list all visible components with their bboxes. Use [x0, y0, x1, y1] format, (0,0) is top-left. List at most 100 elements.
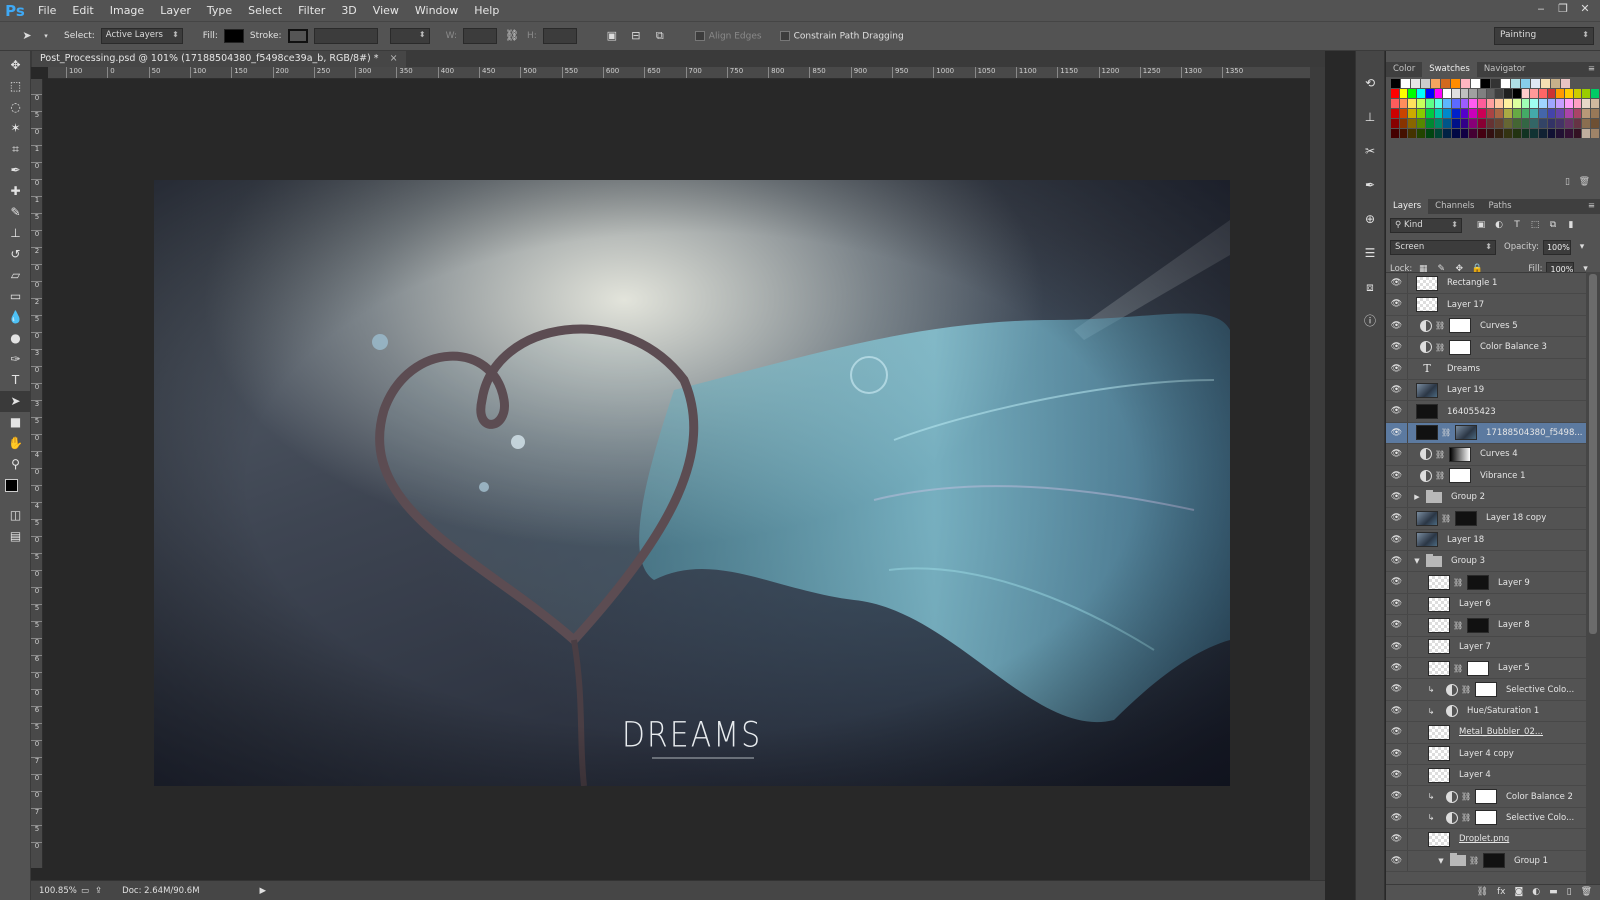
constrain-path-checkbox[interactable] [779, 30, 790, 41]
visibility-eye-icon[interactable]: 👁 [1386, 679, 1408, 700]
menu-3d[interactable]: 3D [333, 0, 364, 21]
move-tool-icon[interactable]: ✥ [0, 55, 31, 76]
swatch[interactable] [1582, 99, 1592, 108]
layer-row[interactable]: 👁 Rectangle 1 [1386, 273, 1586, 295]
swatch[interactable] [1425, 99, 1435, 108]
swatch[interactable] [1530, 109, 1539, 118]
visibility-eye-icon[interactable]: 👁 [1386, 572, 1408, 593]
stroke-type-dropdown[interactable] [389, 28, 430, 44]
swatch[interactable] [1547, 99, 1557, 108]
align-edges-option[interactable]: Align Edges [694, 30, 762, 41]
document-canvas[interactable]: DREAMS [154, 180, 1230, 786]
swatch[interactable] [1591, 129, 1600, 138]
screen-mode-icon[interactable]: ▤ [0, 526, 31, 547]
visibility-eye-icon[interactable]: 👁 [1386, 850, 1408, 871]
layer-mask-thumbnail[interactable] [1475, 682, 1497, 698]
swatch[interactable] [1504, 129, 1513, 138]
tool-presets-icon[interactable]: ✂ [1356, 139, 1384, 163]
swatch[interactable] [1408, 119, 1418, 128]
swatch[interactable] [1443, 99, 1452, 108]
eraser-tool-icon[interactable]: ▱ [0, 265, 31, 286]
layer-row[interactable]: 👁 ↳ ⛓ Selective Colo... [1386, 807, 1586, 830]
swatch[interactable] [1460, 129, 1470, 138]
menu-edit[interactable]: Edit [64, 0, 101, 21]
swatch[interactable] [1582, 109, 1592, 118]
swatch[interactable] [1561, 79, 1571, 88]
restore-button[interactable]: ❐ [1552, 0, 1574, 18]
group-expand-icon[interactable]: ▶ [1412, 493, 1422, 501]
swatch[interactable] [1530, 129, 1539, 138]
status-share-icon[interactable]: ⇪ [95, 886, 102, 896]
quick-mask-icon[interactable]: ◫ [0, 505, 31, 526]
swatch[interactable] [1417, 129, 1426, 138]
tab-navigator[interactable]: Navigator [1477, 62, 1533, 77]
visibility-eye-icon[interactable]: 👁 [1386, 700, 1408, 722]
swatch[interactable] [1408, 109, 1418, 118]
layers-scroll-thumb[interactable] [1589, 274, 1597, 634]
swatch[interactable] [1495, 99, 1505, 108]
visibility-eye-icon[interactable]: 👁 [1386, 486, 1408, 508]
swatch[interactable] [1478, 89, 1487, 98]
swatch[interactable] [1460, 99, 1470, 108]
blur-tool-icon[interactable]: 💧 [0, 307, 31, 328]
swatch[interactable] [1434, 129, 1444, 138]
workspace-dropdown[interactable]: Painting [1494, 27, 1594, 45]
swatch[interactable] [1582, 129, 1592, 138]
constrain-path-option[interactable]: Constrain Path Dragging [779, 30, 904, 41]
brush-presets-icon[interactable]: ✒ [1356, 173, 1384, 197]
swatch[interactable] [1478, 119, 1487, 128]
layer-row[interactable]: 👁 ⛓ Layer 8 [1386, 615, 1586, 637]
swatch[interactable] [1431, 79, 1441, 88]
mask-link-icon[interactable]: ⛓ [1441, 428, 1451, 437]
menu-image[interactable]: Image [102, 0, 152, 21]
healing-brush-tool-icon[interactable]: ✚ [0, 181, 31, 202]
layers-scrollbar[interactable] [1586, 272, 1600, 896]
foreground-color-swatch[interactable] [5, 479, 18, 492]
swatch[interactable] [1399, 129, 1409, 138]
group-expand-icon[interactable]: ▼ [1436, 857, 1446, 865]
visibility-eye-icon[interactable]: 👁 [1386, 722, 1408, 743]
visibility-eye-icon[interactable]: 👁 [1386, 315, 1408, 337]
layers-panel-menu-icon[interactable]: ≡ [1588, 199, 1600, 214]
layer-row[interactable]: 👁 ▼ ⛓ Group 1 [1386, 850, 1586, 872]
swatch[interactable] [1478, 99, 1487, 108]
brush-tool-icon[interactable]: ✎ [0, 202, 31, 223]
layer-filter-dropdown[interactable]: ⚲ Kind [1390, 217, 1462, 233]
menu-layer[interactable]: Layer [152, 0, 199, 21]
swatch[interactable] [1469, 129, 1479, 138]
type-tool-icon[interactable]: T [0, 370, 31, 391]
menu-file[interactable]: File [30, 0, 64, 21]
tab-swatches[interactable]: Swatches [1422, 62, 1477, 77]
layer-row[interactable]: 👁 ⛓ Curves 4 [1386, 444, 1586, 466]
swatch[interactable] [1551, 79, 1561, 88]
canvas-vertical-scrollbar[interactable] [1310, 67, 1325, 880]
swatch[interactable] [1401, 79, 1411, 88]
swatch[interactable] [1530, 89, 1539, 98]
mask-link-icon[interactable]: ⛓ [1453, 621, 1463, 630]
layer-row[interactable]: 👁 Layer 6 [1386, 593, 1586, 616]
adjustments-panel-icon[interactable]: ☰ [1356, 241, 1384, 265]
visibility-eye-icon[interactable]: 👁 [1386, 401, 1408, 422]
filter-pixel-icon[interactable]: ▣ [1474, 220, 1488, 230]
swatch[interactable] [1565, 129, 1574, 138]
swatch[interactable] [1556, 109, 1566, 118]
new-swatch-icon[interactable]: ▯ [1565, 177, 1570, 187]
swatch[interactable] [1573, 129, 1583, 138]
swatch[interactable] [1565, 109, 1574, 118]
select-mode-dropdown[interactable]: Active Layers [100, 28, 183, 44]
path-operations-icon[interactable]: ▣ [603, 27, 621, 45]
swatch[interactable] [1486, 99, 1496, 108]
swatch[interactable] [1573, 89, 1583, 98]
swatch[interactable] [1391, 99, 1400, 108]
swatch[interactable] [1460, 109, 1470, 118]
swatch[interactable] [1417, 99, 1426, 108]
mask-link-icon[interactable]: ⛓ [1461, 813, 1471, 822]
swatch[interactable] [1501, 79, 1511, 88]
group-expand-icon[interactable]: ▼ [1412, 557, 1422, 565]
mask-link-icon[interactable]: ⛓ [1435, 450, 1445, 459]
layer-row[interactable]: 👁 ▶ Group 2 [1386, 486, 1586, 509]
status-view-icon[interactable]: ▭ [81, 886, 89, 896]
layer-row[interactable]: 👁 T Dreams [1386, 358, 1586, 380]
visibility-eye-icon[interactable]: 👁 [1386, 764, 1408, 786]
layer-mask-thumbnail[interactable] [1467, 617, 1489, 633]
